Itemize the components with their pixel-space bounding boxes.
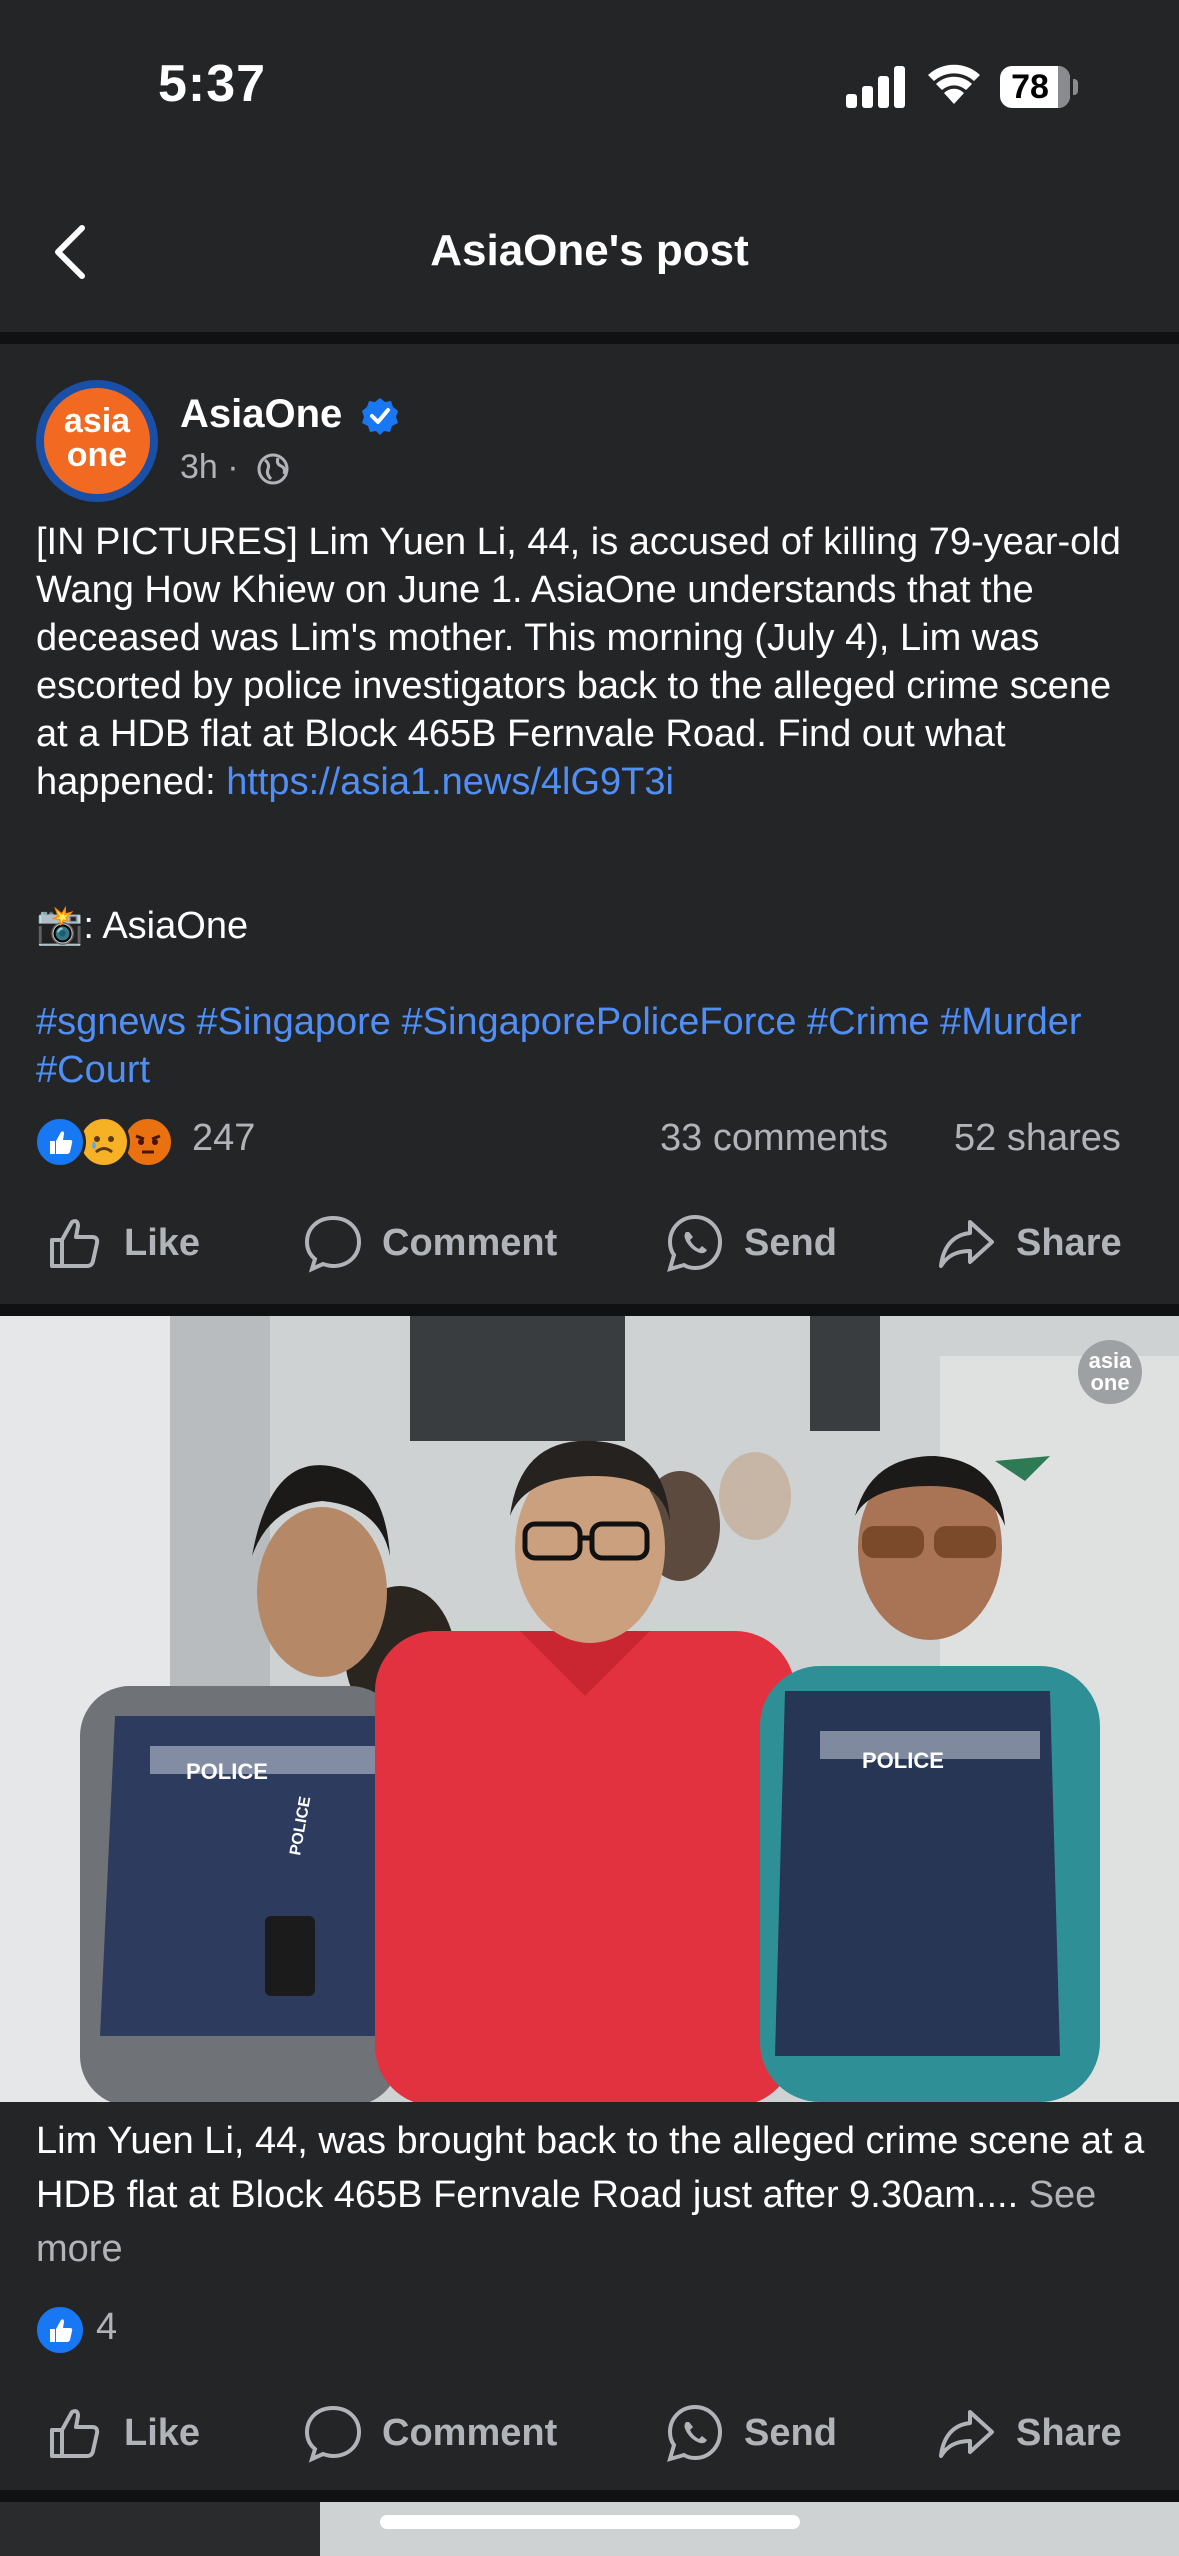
- share-label: Share: [1016, 2411, 1122, 2454]
- comment-bubble-icon: [304, 1215, 362, 1273]
- photo-like-button[interactable]: Like: [44, 2398, 200, 2468]
- avatar-logo-text-bottom: one: [66, 436, 128, 474]
- divider: [0, 332, 1179, 344]
- comment-bubble-icon: [304, 2405, 362, 2463]
- photo-caption: Lim Yuen Li, 44, was brought back to the…: [36, 2114, 1146, 2276]
- divider: [0, 1304, 1179, 1316]
- next-photo-preview[interactable]: [0, 2502, 1179, 2556]
- cellular-signal-icon: [846, 66, 905, 108]
- whatsapp-icon: [667, 1214, 723, 1272]
- photo-send-button[interactable]: Send: [664, 2398, 837, 2468]
- like-label: Like: [124, 2411, 201, 2454]
- photo-share-button[interactable]: Share: [936, 2398, 1122, 2468]
- thumbs-up-icon: [50, 2409, 100, 2458]
- battery-icon: 78: [1000, 66, 1080, 108]
- home-indicator[interactable]: [380, 2515, 800, 2529]
- like-button[interactable]: Like: [44, 1208, 200, 1278]
- page-title: AsiaOne's post: [430, 226, 749, 275]
- comments-count[interactable]: 33 comments: [660, 1117, 888, 1160]
- thumbs-up-icon: [50, 1219, 100, 1268]
- photo-reaction-count[interactable]: 4: [96, 2306, 117, 2349]
- verified-badge-icon: [362, 398, 398, 435]
- send-label: Send: [744, 2411, 837, 2454]
- post-link[interactable]: https://asia1.news/4lG9T3i: [226, 761, 674, 803]
- send-label: Send: [744, 1221, 837, 1264]
- reaction-count[interactable]: 247: [192, 1117, 255, 1160]
- photo-caption-text: Lim Yuen Li, 44, was brought back to the…: [36, 2120, 1145, 2216]
- post-photo[interactable]: asia one POLICE POLICE POLICE: [0, 1316, 1179, 2102]
- photo-comment-button[interactable]: Comment: [302, 2398, 557, 2468]
- shares-count[interactable]: 52 shares: [954, 1117, 1121, 1160]
- page-name[interactable]: AsiaOne: [180, 392, 342, 437]
- whatsapp-icon: [667, 2404, 723, 2462]
- photo-scene: asia one POLICE POLICE POLICE: [0, 1316, 1179, 2102]
- watermark-text-bottom: one: [1090, 1370, 1129, 1395]
- comment-label: Comment: [382, 1221, 558, 1264]
- post-timestamp: 3h ·: [180, 448, 239, 486]
- battery-level: 78: [1011, 68, 1049, 106]
- divider: [0, 2490, 1179, 2502]
- status-time: 5:37: [158, 55, 267, 113]
- share-button[interactable]: Share: [936, 1208, 1122, 1278]
- photo-like-reaction-icon: [34, 2304, 86, 2356]
- police-vest-label-left: POLICE: [186, 1759, 268, 1784]
- send-button[interactable]: Send: [664, 1208, 837, 1278]
- comment-button[interactable]: Comment: [302, 1208, 557, 1278]
- post-hashtags[interactable]: #sgnews #Singapore #SingaporePoliceForce…: [36, 998, 1146, 1094]
- like-label: Like: [124, 1221, 201, 1264]
- share-label: Share: [1016, 1221, 1122, 1264]
- share-arrow-icon: [939, 2410, 994, 2458]
- wifi-icon: [928, 64, 980, 104]
- post-body: [IN PICTURES] Lim Yuen Li, 44, is accuse…: [36, 518, 1146, 806]
- like-reaction-icon: [34, 1116, 86, 1168]
- police-vest-label-right: POLICE: [862, 1748, 944, 1773]
- photo-credit: 📸: AsiaOne: [36, 905, 249, 947]
- share-arrow-icon: [939, 1220, 994, 1268]
- avatar[interactable]: asia one: [36, 380, 158, 502]
- globe-icon: [257, 453, 289, 485]
- comment-label: Comment: [382, 2411, 558, 2454]
